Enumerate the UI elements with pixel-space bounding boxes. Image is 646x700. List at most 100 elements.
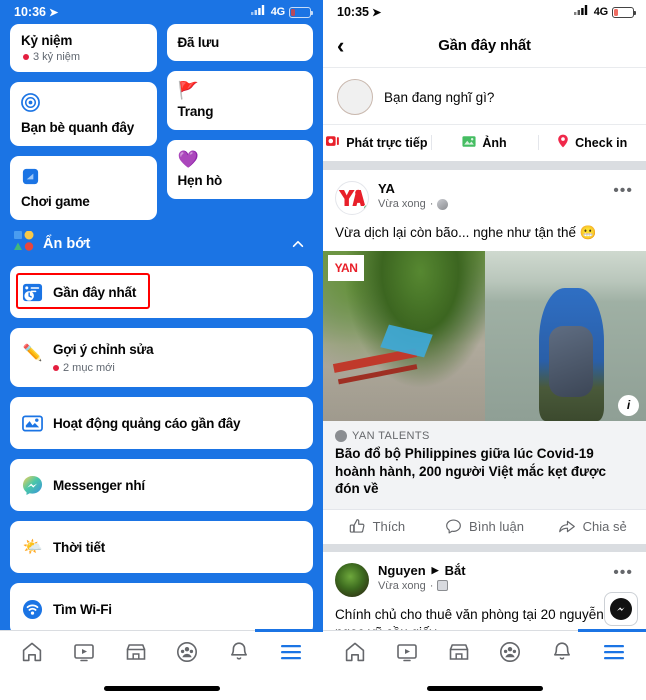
status-time: 10:35 — [337, 5, 369, 19]
grid-left-column: Kỷ niệm 3 kỷ niệm Bạn bè quanh đây Chơi … — [10, 24, 157, 220]
groups-icon — [498, 640, 522, 669]
more-options-icon[interactable]: ••• — [613, 564, 633, 581]
link-title: Bão đổ bộ Philippines giữa lúc Covid-19 … — [335, 445, 607, 497]
card-title: Kỷ niệm — [21, 33, 73, 48]
composer-placeholder[interactable]: Bạn đang nghĩ gì? — [384, 90, 494, 105]
active-tab-underline — [578, 629, 646, 632]
share-button[interactable]: Chia sẻ — [538, 518, 646, 535]
sidebar-item-hoat-dong-quang-cao[interactable]: Hoạt động quảng cáo gần đây — [10, 397, 313, 449]
nav-groups-button[interactable] — [484, 640, 536, 669]
weather-sun-cloud-icon: 🌤️ — [22, 539, 43, 556]
card-ky-niem[interactable]: Kỷ niệm 3 kỷ niệm — [10, 24, 157, 72]
nav-home-button[interactable] — [6, 640, 58, 669]
nav-marketplace-button[interactable] — [110, 640, 162, 669]
nav-notifications-button[interactable] — [213, 640, 265, 669]
shortcut-grid: Kỷ niệm 3 kỷ niệm Bạn bè quanh đây Chơi … — [10, 24, 313, 220]
card-da-luu[interactable]: Đã lưu — [166, 24, 313, 61]
menu-scroll-area[interactable]: Kỷ niệm 3 kỷ niệm Bạn bè quanh đây Chơi … — [0, 24, 323, 634]
left-phone-screen: 10:36 ➤ 4G Kỷ niệm 3 kỷ niệm Bạn bè quan… — [0, 0, 323, 700]
post-photo-left[interactable]: YAN — [323, 250, 485, 421]
photo-icon — [462, 135, 476, 151]
checkin-button[interactable]: Check in — [538, 134, 646, 151]
messenger-icon — [610, 598, 632, 620]
bottom-navigation — [323, 629, 646, 700]
video-icon — [395, 640, 419, 669]
notifications-icon — [227, 640, 251, 669]
ads-activity-icon — [22, 413, 43, 434]
sidebar-item-tim-wifi[interactable]: Tìm Wi-Fi — [10, 583, 313, 634]
share-label: Chia sẻ — [582, 518, 627, 534]
live-video-label: Phát trực tiếp — [346, 135, 428, 150]
nav-menu-button[interactable] — [265, 643, 317, 666]
card-hen-ho[interactable]: 💜 Hẹn hò — [166, 140, 313, 199]
post-link-preview[interactable]: YAN TALENTS Bão đổ bộ Philippines giữa l… — [323, 420, 646, 510]
messenger-kids-icon — [22, 475, 43, 496]
card-title: Bạn bè quanh đây — [21, 120, 135, 135]
nav-video-button[interactable] — [58, 640, 110, 669]
meta-separator: · — [429, 579, 434, 592]
sidebar-item-gan-day-nhat[interactable]: Gần đây nhất — [10, 266, 313, 318]
more-options-icon[interactable]: ••• — [613, 183, 633, 199]
photo-button[interactable]: Ảnh — [430, 134, 539, 151]
sidebar-item-label: Gợi ý chỉnh sửa — [53, 342, 154, 357]
menu-icon — [279, 643, 303, 666]
marketplace-icon — [447, 640, 471, 669]
cellular-signal-icon — [250, 5, 267, 19]
thumbs-up-icon — [349, 518, 366, 535]
sidebar-item-label: Hoạt động quảng cáo gần đây — [53, 415, 241, 431]
messenger-float-button[interactable] — [604, 592, 638, 626]
nav-video-button[interactable] — [381, 640, 433, 669]
post-media[interactable]: YAN i — [323, 250, 646, 421]
post-author-block: YA Vừa xong · — [378, 181, 449, 210]
yan-watermark: YAN — [328, 254, 364, 281]
comment-button[interactable]: Bình luận — [431, 518, 539, 535]
nav-home-button[interactable] — [329, 640, 381, 669]
shared-tag[interactable]: Bắt — [445, 563, 466, 578]
nav-groups-button[interactable] — [161, 640, 213, 669]
flag-icon: 🚩 — [177, 81, 199, 100]
nav-menu-button[interactable] — [588, 643, 640, 666]
friends-icon[interactable] — [437, 580, 449, 592]
avatar[interactable] — [337, 79, 373, 115]
battery-low-icon — [612, 6, 637, 18]
chevron-up-icon[interactable] — [291, 237, 305, 251]
nav-notifications-button[interactable] — [536, 640, 588, 669]
comment-icon — [445, 518, 462, 535]
sidebar-item-label: Thời tiết — [53, 539, 106, 555]
post-engagement-bar: Thích Bình luận Chia sẻ — [323, 510, 646, 544]
status-bar: 10:36 ➤ 4G — [0, 0, 323, 24]
page-title: Gần đây nhất — [438, 37, 531, 54]
battery-low-icon — [289, 6, 314, 18]
groups-icon — [175, 640, 199, 669]
post-avatar[interactable] — [335, 181, 369, 215]
globe-icon[interactable] — [437, 198, 449, 210]
card-ban-be-quanh-day[interactable]: Bạn bè quanh đây — [10, 82, 157, 146]
back-button[interactable]: ‹ — [337, 34, 361, 57]
sidebar-item-messenger-nhi[interactable]: Messenger nhí — [10, 459, 313, 511]
source-badge-icon — [335, 429, 347, 442]
dual-screenshot: 10:36 ➤ 4G Kỷ niệm 3 kỷ niệm Bạn bè quan… — [0, 0, 646, 700]
card-trang[interactable]: 🚩 Trang — [166, 71, 313, 130]
network-type: 4G — [270, 6, 285, 18]
info-icon[interactable]: i — [618, 394, 639, 416]
post-meta: Vừa xong · — [378, 198, 449, 210]
post-author-block: Nguyen ▶ Bắt Vừa xong · — [378, 563, 466, 592]
sidebar-item-goi-y-chinh-sua[interactable]: ✏️ Gợi ý chỉnh sửa 2 mục mới — [10, 328, 313, 387]
post-avatar[interactable] — [335, 562, 369, 597]
sidebar-item-body: Gợi ý chỉnh sửa 2 mục mới — [53, 341, 154, 374]
post-composer[interactable]: Bạn đang nghĩ gì? — [323, 68, 646, 124]
section-header-an-bot[interactable]: Ẩn bớt — [10, 220, 313, 266]
like-button[interactable]: Thích — [323, 518, 431, 535]
comment-label: Bình luận — [469, 518, 524, 534]
post-author-name[interactable]: YA — [378, 181, 448, 196]
nav-marketplace-button[interactable] — [433, 640, 485, 669]
live-video-button[interactable]: Phát trực tiếp — [323, 134, 431, 151]
card-choi-game[interactable]: Chơi game — [10, 156, 157, 220]
right-phone-screen: 10:35 ➤ 4G ‹ Gần đây nhất Bạn đang nghĩ … — [323, 0, 646, 700]
card-title: Chơi game — [21, 194, 90, 209]
sidebar-item-thoi-tiet[interactable]: 🌤️ Thời tiết — [10, 521, 313, 573]
gaming-icon — [21, 167, 146, 189]
pencil-icon: ✏️ — [22, 344, 43, 362]
post-author-name[interactable]: Nguyen ▶ Bắt — [378, 563, 466, 578]
post-photo-right[interactable]: i — [484, 250, 646, 421]
